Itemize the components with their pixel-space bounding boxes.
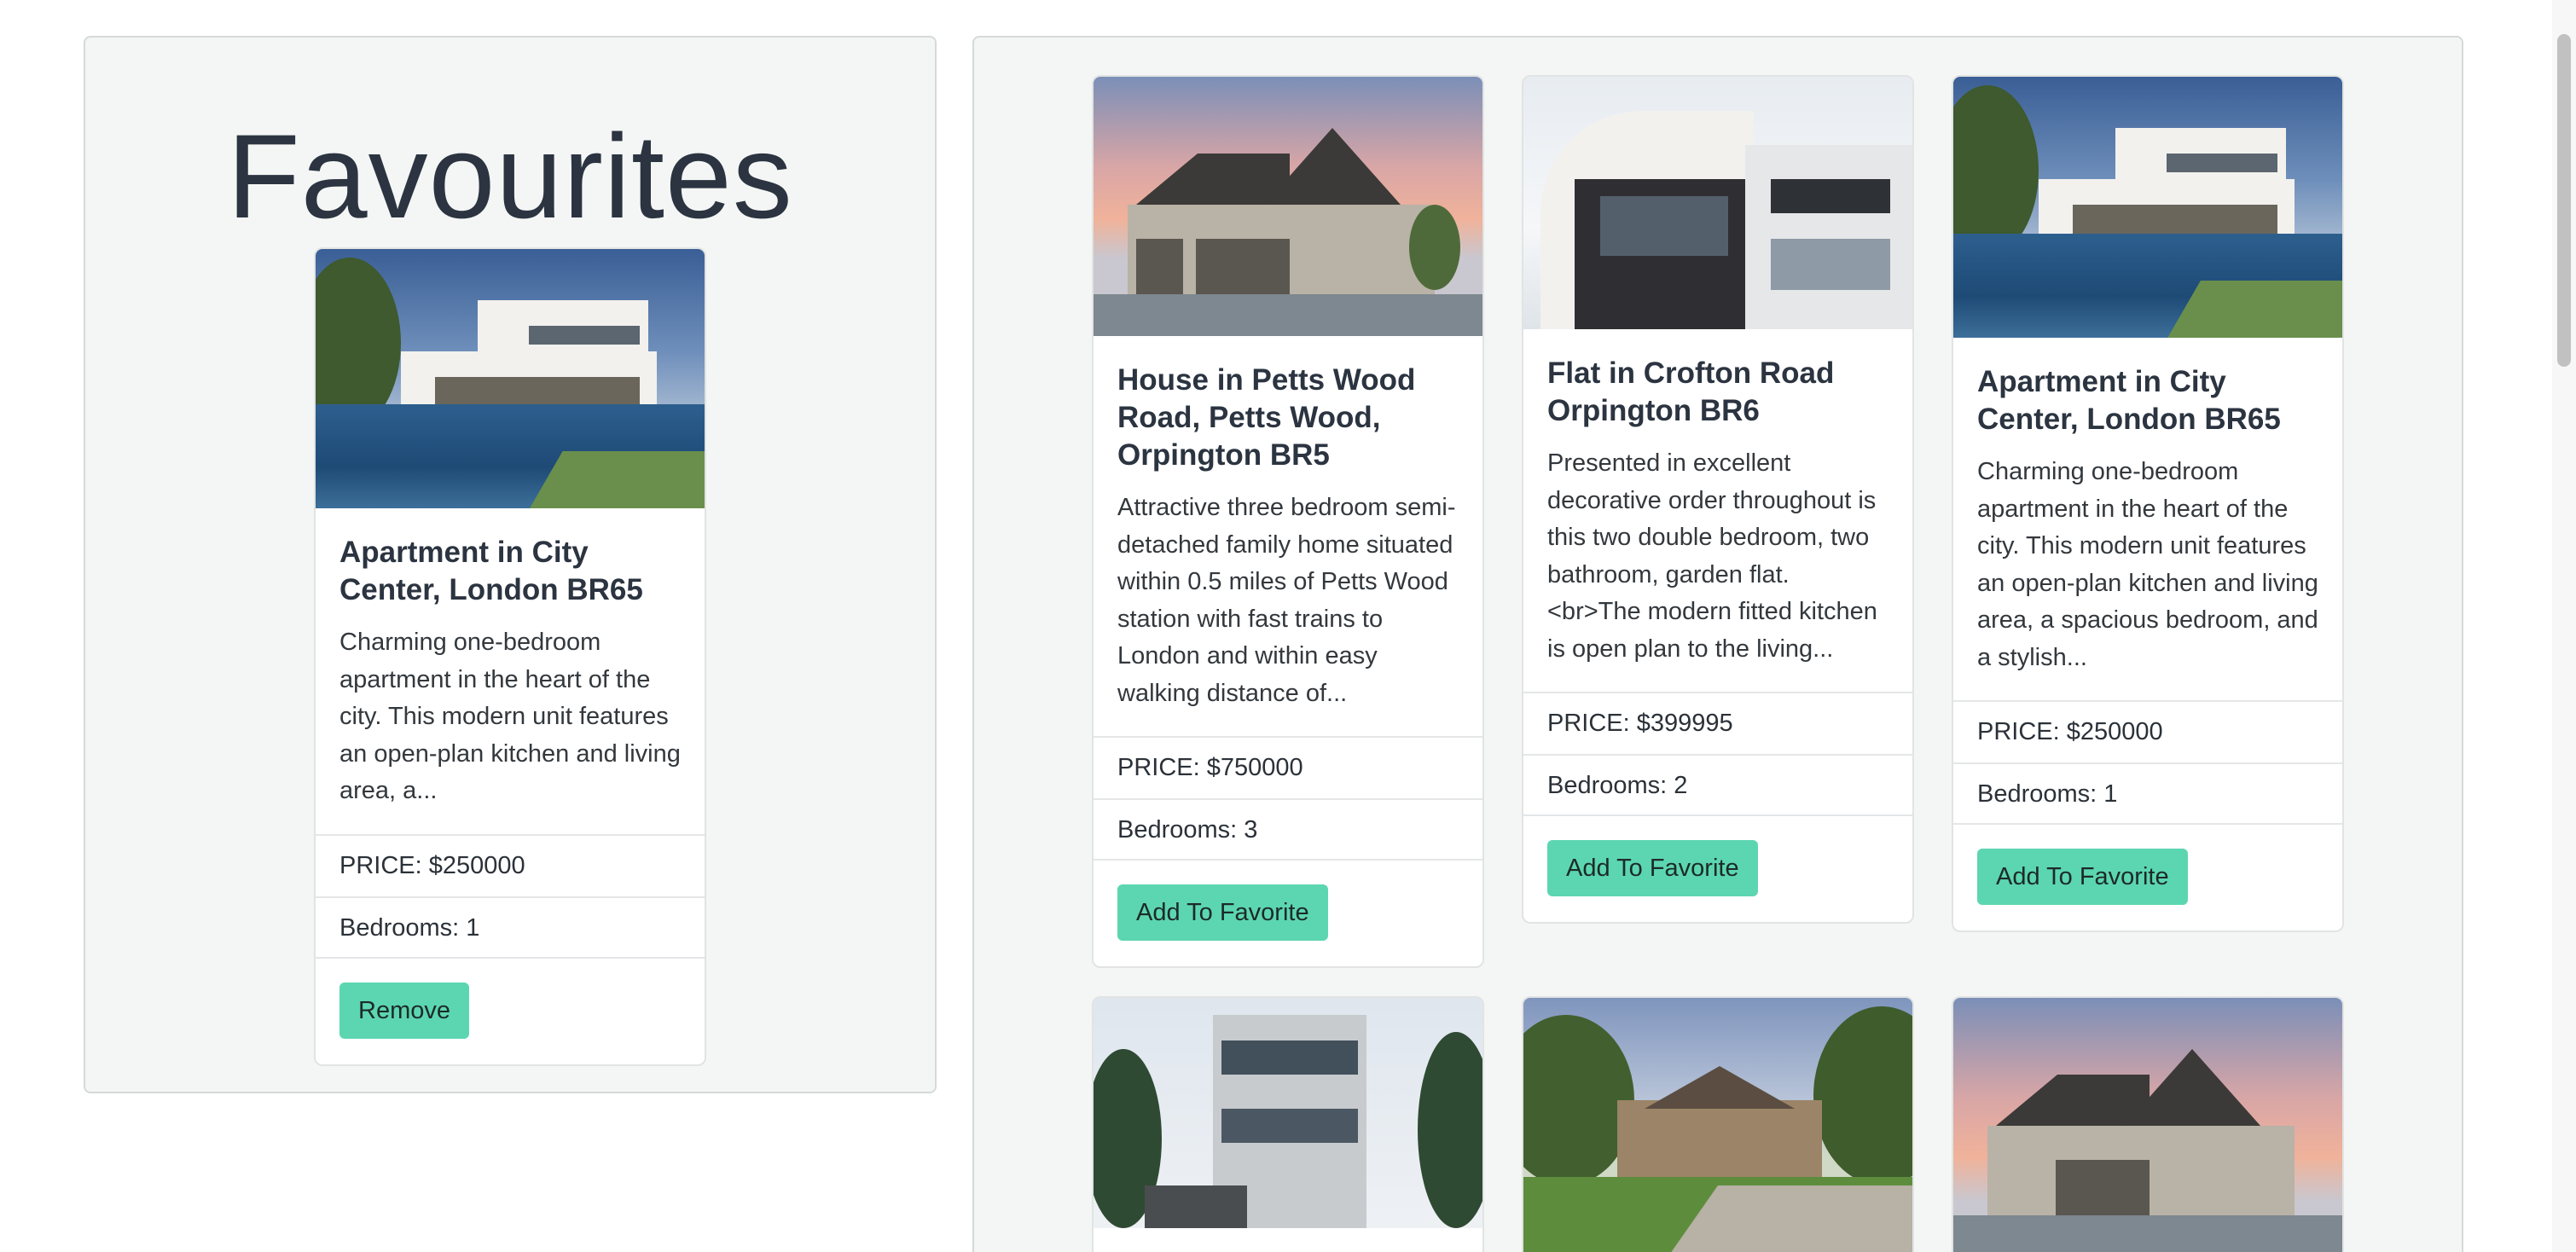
property-image-modern-flat [1523, 77, 1912, 329]
listing-card [1952, 996, 2344, 1252]
listing-card: Apartment in City Center, London BR65 Ch… [1952, 75, 2344, 932]
listing-card [1092, 996, 1484, 1252]
property-bedrooms: Bedrooms: 2 [1523, 754, 1912, 816]
page-scrollbar[interactable] [2552, 0, 2576, 1252]
property-image-suburban-house [1094, 77, 1482, 336]
property-title: House in Petts Wood Road, Petts Wood, Or… [1117, 363, 1416, 472]
property-image-villa [316, 249, 705, 508]
listings-panel: House in Petts Wood Road, Petts Wood, Or… [972, 36, 2463, 1252]
property-image-glass-townhouse [1094, 998, 1482, 1228]
scrollbar-thumb[interactable] [2557, 34, 2571, 367]
property-image-suburban-house [1953, 998, 2342, 1252]
property-description: Charming one-bedroom apartment in the he… [1977, 458, 2318, 671]
add-to-favorite-button[interactable]: Add To Favorite [1117, 884, 1328, 941]
add-to-favorite-button[interactable]: Add To Favorite [1547, 840, 1758, 896]
property-description: Charming one-bedroom apartment in the he… [339, 629, 681, 804]
property-image-villa [1953, 77, 2342, 338]
favourite-card: Apartment in City Center, London BR65 Ch… [314, 247, 706, 1066]
property-price: PRICE: $399995 [1523, 692, 1912, 754]
favourites-heading: Favourites [227, 109, 793, 243]
add-to-favorite-button[interactable]: Add To Favorite [1977, 849, 2188, 905]
property-description: Presented in excellent decorative order … [1547, 449, 1877, 663]
property-description: Attractive three bedroom semi-detached f… [1117, 494, 1456, 707]
property-title: Flat in Crofton Road Orpington BR6 [1547, 356, 1835, 427]
listing-card: House in Petts Wood Road, Petts Wood, Or… [1092, 75, 1484, 968]
favourites-panel: Favourites Apartment in City Center, Lon… [84, 36, 937, 1093]
property-price: PRICE: $750000 [1094, 736, 1482, 798]
listing-card [1522, 996, 1914, 1252]
property-price: PRICE: $250000 [316, 833, 705, 896]
property-title: Apartment in City Center, London BR65 [1977, 365, 2281, 436]
property-image-stone-house [1523, 998, 1912, 1252]
property-price: PRICE: $250000 [1953, 700, 2342, 762]
property-bedrooms: Bedrooms: 1 [316, 896, 705, 959]
property-bedrooms: Bedrooms: 1 [1953, 762, 2342, 825]
listing-card: Flat in Crofton Road Orpington BR6 Prese… [1522, 75, 1914, 924]
property-title: Apartment in City Center, London BR65 [339, 536, 643, 606]
remove-button[interactable]: Remove [339, 982, 469, 1039]
property-bedrooms: Bedrooms: 3 [1094, 798, 1482, 861]
